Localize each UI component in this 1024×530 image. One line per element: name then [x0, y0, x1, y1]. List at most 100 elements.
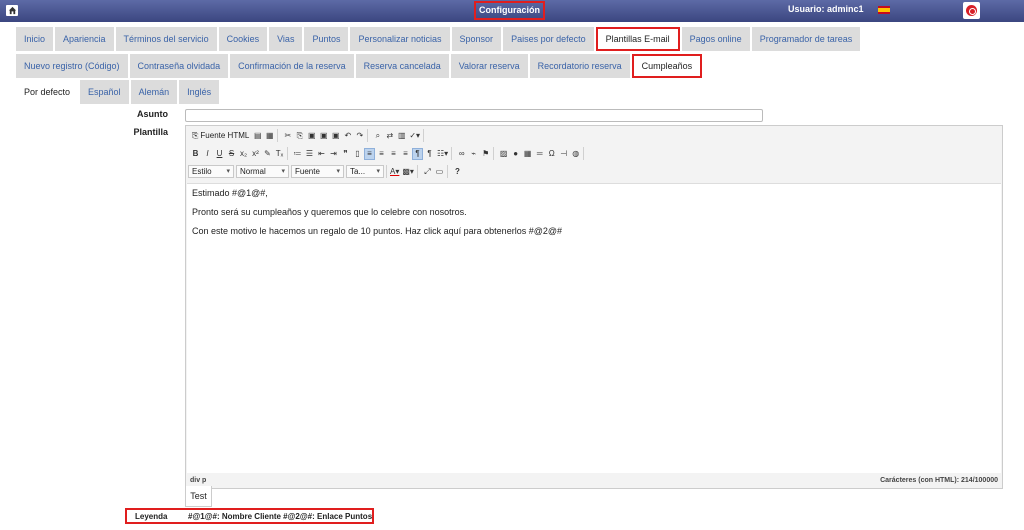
tab-cumpleanos[interactable]: Cumpleaños [631, 54, 703, 78]
subscript-icon[interactable]: x₂ [238, 148, 249, 160]
tab-test[interactable]: Test [185, 486, 212, 507]
image-icon[interactable]: ▨ [498, 148, 509, 160]
tab-recordatorio-reserva[interactable]: Recordatorio reserva [529, 54, 630, 78]
tab-espanol[interactable]: Español [80, 80, 129, 104]
align-right-icon[interactable]: ≡ [388, 148, 399, 160]
help-icon[interactable]: ? [452, 166, 463, 178]
format-select[interactable]: Normal [236, 165, 289, 178]
top-bar: Configuración Usuario: adminc1 [0, 0, 1024, 22]
bg-color-icon[interactable]: ▩▾ [401, 166, 415, 178]
legend-text: #@1@#: Nombre Cliente #@2@#: Enlace Punt… [188, 512, 373, 521]
asunto-input[interactable] [185, 109, 763, 122]
home-icon[interactable] [6, 5, 18, 16]
style-select[interactable]: Estilo [188, 165, 234, 178]
cut-icon[interactable]: ✂ [282, 130, 293, 142]
flash-icon[interactable]: ● [510, 148, 521, 160]
asunto-label: Asunto [137, 109, 168, 119]
tab-vias[interactable]: Vias [269, 27, 303, 51]
preview-icon[interactable]: ▤ [252, 130, 263, 142]
bold-icon[interactable]: B [190, 148, 201, 160]
power-icon[interactable] [963, 2, 980, 19]
tab-aleman[interactable]: Alemán [130, 80, 178, 104]
content-line: Con este motivo le hacemos un regalo de … [192, 226, 562, 236]
main-tabs: Inicio Apariencia Términos del servicio … [16, 27, 861, 51]
align-center-icon[interactable]: ≡ [376, 148, 387, 160]
align-left-icon[interactable]: ≡ [364, 147, 375, 160]
special-char-icon[interactable]: Ω [546, 148, 557, 160]
select-all-icon[interactable]: ▥ [396, 130, 407, 142]
remove-format-icon[interactable]: Tₓ [274, 148, 285, 160]
tab-puntos[interactable]: Puntos [304, 27, 349, 51]
spellcheck-icon[interactable]: ✓▾ [408, 130, 421, 142]
tab-valorar-reserva[interactable]: Valorar reserva [450, 54, 528, 78]
tab-programador[interactable]: Programador de tareas [751, 27, 861, 51]
tab-sponsor[interactable]: Sponsor [451, 27, 502, 51]
underline-icon[interactable]: U [214, 148, 225, 160]
find-icon[interactable]: ⌕ [372, 130, 383, 142]
spain-flag-icon[interactable] [878, 6, 890, 14]
redo-icon[interactable]: ↷ [354, 130, 365, 142]
source-icon: ⎘ [192, 130, 199, 140]
superscript-icon[interactable]: x² [250, 148, 261, 160]
indent-icon[interactable]: ⇥ [328, 148, 339, 160]
div-icon[interactable]: ▯ [352, 148, 363, 160]
tab-ingles[interactable]: Inglés [179, 80, 220, 104]
justify-icon[interactable]: ≡ [400, 148, 411, 160]
legend: Leyenda #@1@#: Nombre Cliente #@2@#: Enl… [125, 508, 374, 524]
tab-apariencia[interactable]: Apariencia [55, 27, 114, 51]
iframe-icon[interactable]: ◍ [570, 148, 581, 160]
tab-plantillas-email[interactable]: Plantillas E-mail [595, 27, 680, 51]
tab-cookies[interactable]: Cookies [218, 27, 268, 51]
toolbar-row-2: B I U S x₂ x² ✎ Tₓ ≔ ☰ ⇤ ⇥ ❞ ▯ ≡ ≡ ≡ ≡ ¶… [188, 146, 585, 161]
language-icon[interactable]: ☷▾ [436, 148, 449, 160]
italic-icon[interactable]: I [202, 148, 213, 160]
page-break-icon[interactable]: ⊣ [558, 148, 569, 160]
copy-format-icon[interactable]: ✎ [262, 148, 273, 160]
paste-text-icon[interactable]: ▣ [318, 130, 329, 142]
outdent-icon[interactable]: ⇤ [316, 148, 327, 160]
maximize-icon[interactable]: ⤢ [422, 166, 433, 178]
copy-icon[interactable]: ⎘ [294, 130, 305, 142]
language-tabs: Por defecto Español Alemán Inglés [16, 80, 220, 104]
tab-terminos[interactable]: Términos del servicio [115, 27, 217, 51]
templates-icon[interactable]: ▦ [264, 130, 275, 142]
content-line: Estimado #@1@#, [192, 188, 268, 198]
strike-icon[interactable]: S [226, 148, 237, 160]
tab-reserva-cancelada[interactable]: Reserva cancelada [355, 54, 449, 78]
tab-inicio[interactable]: Inicio [16, 27, 54, 51]
font-select[interactable]: Fuente [291, 165, 344, 178]
unlink-icon[interactable]: ⌁ [468, 148, 479, 160]
plantilla-label: Plantilla [133, 127, 168, 137]
element-path[interactable]: div p [190, 477, 206, 484]
page-title: Configuración [474, 1, 545, 20]
blockquote-icon[interactable]: ❞ [340, 148, 351, 160]
tab-personalizar-noticias[interactable]: Personalizar noticias [350, 27, 450, 51]
tab-por-defecto[interactable]: Por defecto [16, 80, 79, 104]
table-icon[interactable]: ▦ [522, 148, 533, 160]
paste-word-icon[interactable]: ▣ [330, 130, 341, 142]
show-blocks-icon[interactable]: ▭ [434, 166, 445, 178]
paste-icon[interactable]: ▣ [306, 130, 317, 142]
rtl-icon[interactable]: ¶ [424, 148, 435, 160]
tab-pagos-online[interactable]: Pagos online [681, 27, 750, 51]
tab-paises[interactable]: Paises por defecto [503, 27, 594, 51]
rich-text-editor: ⎘ Fuente HTML ▤ ▦ ✂ ⎘ ▣ ▣ ▣ ↶ ↷ ⌕ ⇄ ▥ ✓▾… [185, 125, 1003, 489]
content-line: Pronto será su cumpleaños y queremos que… [192, 207, 467, 217]
toolbar-row-3: Estilo Normal Fuente Ta... A▾ ▩▾ ⤢ ▭ ? [188, 164, 465, 179]
link-icon[interactable]: ∞ [456, 148, 467, 160]
tab-contrasena-olvidada[interactable]: Contraseña olvidada [129, 54, 229, 78]
undo-icon[interactable]: ↶ [342, 130, 353, 142]
anchor-icon[interactable]: ⚑ [480, 148, 491, 160]
replace-icon[interactable]: ⇄ [384, 130, 395, 142]
source-button[interactable]: ⎘ Fuente HTML [190, 131, 251, 141]
tab-confirmacion-reserva[interactable]: Confirmación de la reserva [230, 54, 354, 78]
template-tabs: Nuevo registro (Código) Contraseña olvid… [16, 54, 703, 78]
numbered-list-icon[interactable]: ≔ [292, 148, 303, 160]
bullet-list-icon[interactable]: ☰ [304, 148, 315, 160]
tab-nuevo-registro[interactable]: Nuevo registro (Código) [16, 54, 128, 78]
editor-content[interactable]: Estimado #@1@#, Pronto será su cumpleaño… [187, 183, 1001, 473]
text-color-icon[interactable]: A▾ [389, 166, 400, 178]
ltr-icon[interactable]: ¶ [412, 147, 423, 160]
size-select[interactable]: Ta... [346, 165, 384, 178]
horizontal-line-icon[interactable]: ═ [534, 148, 545, 160]
